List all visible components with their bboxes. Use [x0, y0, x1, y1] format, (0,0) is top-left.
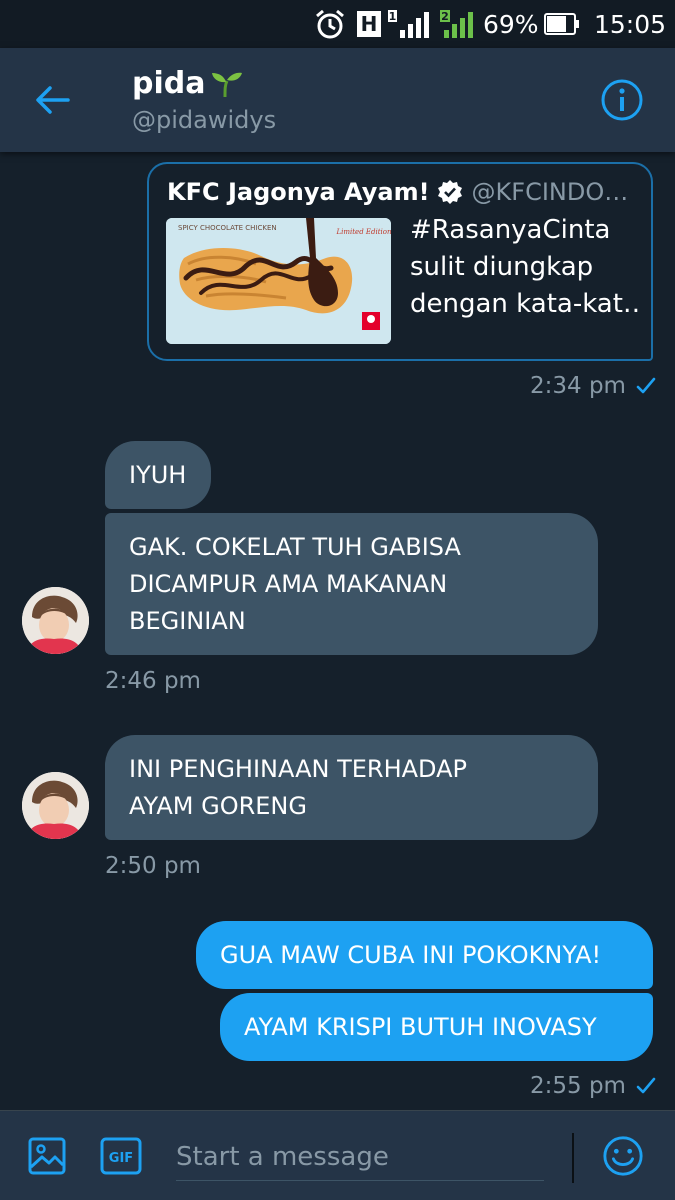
- timestamp-text: 2:34 pm: [530, 373, 626, 399]
- signal-sim2-icon: 2: [440, 8, 476, 40]
- message-timestamp: 2:50 pm: [105, 853, 201, 879]
- back-arrow-icon: [36, 86, 70, 114]
- tweet-author-name: KFC Jagonya Ayam!: [167, 178, 430, 206]
- contact-name-text: pida: [132, 66, 206, 101]
- message-text-line: AYAM GORENG: [129, 791, 307, 820]
- status-bar: H 1 2 69% 15:05: [0, 0, 675, 48]
- add-photo-button[interactable]: [26, 1135, 68, 1177]
- battery-icon: [544, 8, 580, 40]
- incoming-message-bubble[interactable]: IYUH: [105, 441, 211, 509]
- tweet-author-handle: @KFCINDO…: [471, 178, 629, 206]
- timestamp-text: 2:50 pm: [105, 853, 201, 879]
- composer-divider: [572, 1133, 574, 1183]
- shared-tweet-card[interactable]: KFC Jagonya Ayam! @KFCINDO… SPICY CHOCOL…: [147, 162, 653, 361]
- smiley-icon: [603, 1136, 643, 1176]
- message-text: GUA MAW CUBA INI POKOKNYA!: [220, 940, 602, 969]
- conversation-info-button[interactable]: [600, 78, 644, 122]
- outgoing-message-bubble[interactable]: GUA MAW CUBA INI POKOKNYA!: [196, 921, 653, 989]
- verified-badge-icon: [437, 180, 462, 204]
- svg-text:1: 1: [389, 10, 397, 23]
- message-text-line: DICAMPUR AMA MAKANAN: [129, 569, 448, 598]
- read-check-icon: [636, 1077, 656, 1094]
- tweet-text-line: dengan kata-kat…: [410, 289, 640, 319]
- gif-icon: GIF: [100, 1137, 142, 1175]
- avatar[interactable]: [22, 587, 89, 654]
- contact-name[interactable]: pida: [132, 66, 243, 101]
- message-text: IYUH: [129, 460, 187, 489]
- message-text: AYAM KRISPI BUTUH INOVASY: [244, 1012, 597, 1041]
- timestamp-text: 2:46 pm: [105, 668, 201, 694]
- tweet-text-line: sulit diungkap: [410, 252, 594, 282]
- image-icon: [28, 1137, 66, 1175]
- network-type-label: H: [357, 11, 381, 37]
- message-timestamp: 2:46 pm: [105, 668, 201, 694]
- tweet-card-header: KFC Jagonya Ayam! @KFCINDO…: [167, 178, 637, 206]
- tweet-image-badge: Limited Edition: [335, 228, 391, 236]
- conversation-header: pida @pidawidys: [0, 48, 675, 152]
- svg-text:2: 2: [441, 10, 449, 23]
- tweet-image[interactable]: SPICY CHOCOLATE CHICKEN Limited Edition: [166, 218, 391, 344]
- alarm-icon: [313, 8, 347, 40]
- message-text-line: GAK. COKELAT TUH GABISA: [129, 532, 461, 561]
- network-type-icon: H: [357, 8, 381, 40]
- tweet-image-caption: SPICY CHOCOLATE CHICKEN: [178, 224, 277, 232]
- signal-sim1-icon: 1: [388, 8, 434, 40]
- add-gif-button[interactable]: GIF: [100, 1135, 142, 1177]
- tweet-text-line: #RasanyaCinta: [410, 215, 611, 245]
- battery-percent: 69%: [483, 9, 539, 39]
- contact-handle: @pidawidys: [132, 106, 277, 134]
- avatar[interactable]: [22, 772, 89, 839]
- outgoing-message-bubble[interactable]: AYAM KRISPI BUTUH INOVASY: [220, 993, 653, 1061]
- message-timestamp: 2:34 pm: [530, 373, 656, 399]
- read-check-icon: [636, 377, 656, 394]
- gif-icon-label: GIF: [109, 1151, 133, 1166]
- message-text-line: BEGINIAN: [129, 606, 246, 635]
- message-input[interactable]: [176, 1133, 544, 1181]
- timestamp-text: 2:55 pm: [530, 1073, 626, 1099]
- incoming-message-bubble[interactable]: INI PENGHINAAN TERHADAP AYAM GORENG: [105, 735, 598, 840]
- back-button[interactable]: [30, 78, 74, 122]
- emoji-button[interactable]: [602, 1135, 644, 1177]
- clock: 15:05: [594, 9, 667, 39]
- message-composer: GIF: [0, 1110, 675, 1200]
- message-timestamp: 2:55 pm: [530, 1073, 656, 1099]
- incoming-message-bubble[interactable]: GAK. COKELAT TUH GABISA DICAMPUR AMA MAK…: [105, 513, 598, 655]
- seedling-emoji-icon: [212, 72, 243, 97]
- info-icon: [601, 79, 643, 121]
- tweet-text: #RasanyaCinta sulit diungkap dengan kata…: [410, 212, 640, 323]
- message-text-line: INI PENGHINAAN TERHADAP: [129, 754, 468, 783]
